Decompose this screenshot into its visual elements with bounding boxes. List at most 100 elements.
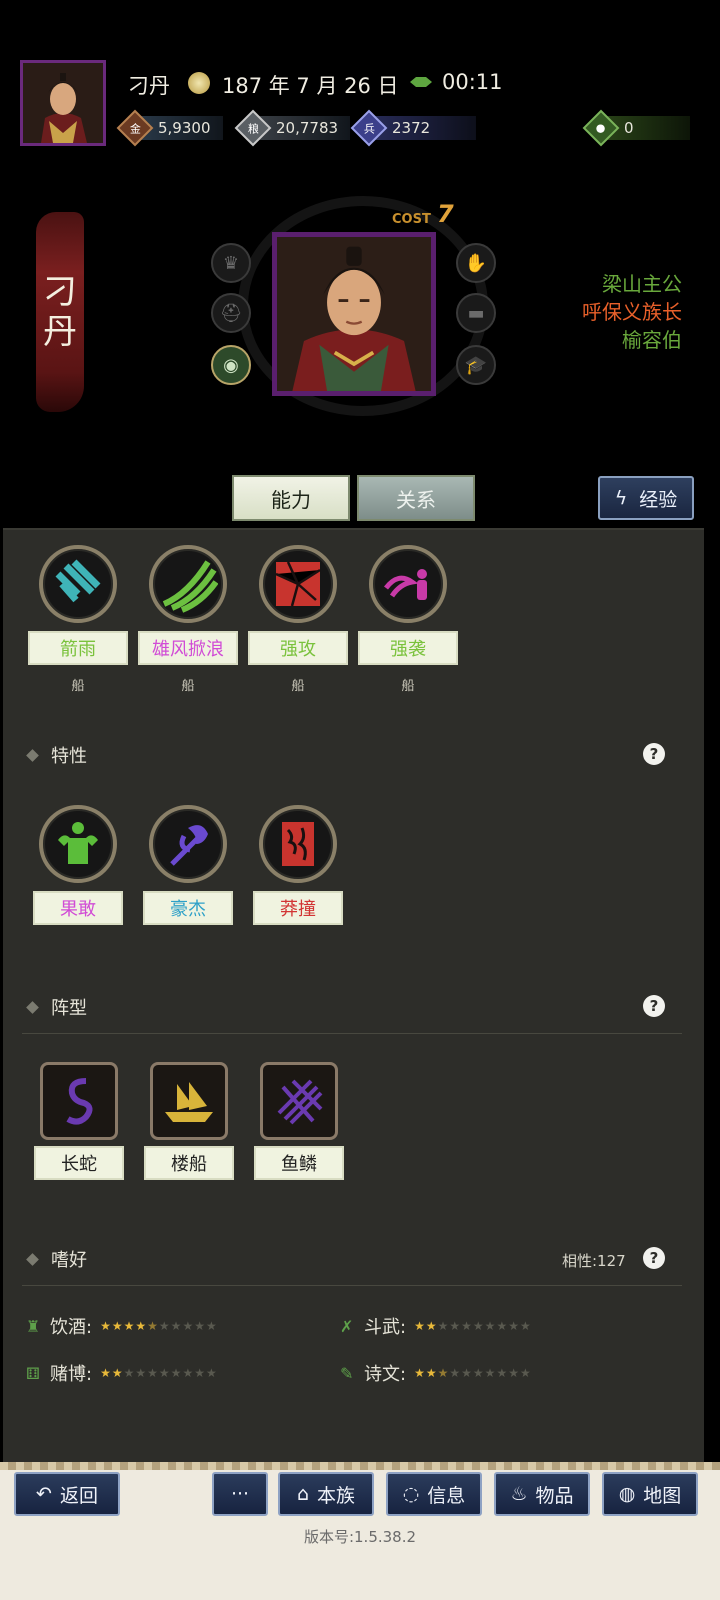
trait-name: 莽撞 xyxy=(253,891,343,925)
star-icon: ★ xyxy=(194,1319,205,1333)
tab-ability[interactable]: 能力 xyxy=(232,475,350,521)
star-icon: ★ xyxy=(449,1366,461,1380)
star-icon: ★ xyxy=(508,1366,519,1380)
helmet-icon[interactable]: ⛑ xyxy=(211,293,251,333)
fish-scale-icon[interactable] xyxy=(260,1062,338,1140)
section-divider xyxy=(22,1033,682,1034)
formations-header: 阵型 xyxy=(26,994,87,1020)
martial-icon: ✗ xyxy=(340,1316,354,1336)
hero-name-banner: 刁 丹 xyxy=(36,212,84,412)
skill-type: 船 xyxy=(401,679,415,694)
info-button[interactable]: ◌ 信息 xyxy=(386,1472,482,1516)
clan-icon: ⌂ xyxy=(296,1483,310,1505)
star-icon: ★ xyxy=(437,1319,449,1333)
clan-button[interactable]: ⌂ 本族 xyxy=(278,1472,374,1516)
trait-item[interactable]: 莽撞 xyxy=(248,805,348,925)
food-resource: ● 0 xyxy=(582,109,690,147)
hand-offer-icon[interactable]: ✋ xyxy=(456,243,496,283)
globe-icon: ◍ xyxy=(618,1483,636,1505)
traits-title: 特性 xyxy=(51,746,87,767)
game-time: 00:11 xyxy=(442,70,503,94)
star-icon: ★ xyxy=(205,1366,217,1380)
chat-bubble-icon: ◌ xyxy=(402,1483,420,1505)
hero-title: 呼保义族长 xyxy=(582,300,682,324)
lightning-icon: ϟ xyxy=(614,487,628,509)
back-label: 返回 xyxy=(59,1484,98,1507)
hobby-name: 斗武: xyxy=(364,1317,407,1338)
reckless-icon xyxy=(259,805,337,883)
hobby-name: 赌博: xyxy=(50,1364,93,1385)
star-rating: ★ ★ ★ ★ ★ ★ ★ ★ ★ ★ xyxy=(100,1366,217,1380)
hobby-row: ♜ 饮酒: ★ ★ ★ ★ ★ ★ ★ ★ ★ ★ xyxy=(26,1313,217,1339)
star-icon: ★ xyxy=(519,1366,531,1380)
arrow-rain-icon xyxy=(39,545,117,623)
hero-title: 榆容伯 xyxy=(622,328,682,352)
back-button[interactable]: ↶ 返回 xyxy=(14,1472,120,1516)
skill-item[interactable]: 雄风掀浪 船 xyxy=(138,545,238,694)
map-button[interactable]: ◍ 地图 xyxy=(602,1472,698,1516)
cost-label: COST xyxy=(392,212,431,227)
skill-name: 强袭 xyxy=(358,631,458,665)
traits-help-button[interactable]: ? xyxy=(643,743,665,765)
star-icon: ★ xyxy=(135,1366,147,1380)
experience-button[interactable]: ϟ 经验 xyxy=(598,476,694,520)
diamond-bullet-icon xyxy=(26,1000,39,1014)
hobby-row: ✎ 诗文: ★ ★ ★ ★ ★ ★ ★ ★ ★ ★ xyxy=(340,1360,531,1386)
star-icon: ★ xyxy=(147,1366,158,1380)
star-icon: ★ xyxy=(461,1319,472,1333)
star-icon: ★ xyxy=(449,1319,461,1333)
graduation-cap-icon[interactable]: 🎓 xyxy=(456,345,496,385)
assault-icon xyxy=(369,545,447,623)
star-icon: ★ xyxy=(100,1319,111,1333)
item-bag-icon: ♨ xyxy=(510,1483,528,1505)
star-icon: ★ xyxy=(496,1366,508,1380)
trait-item[interactable]: 果敢 xyxy=(28,805,128,925)
skill-item[interactable]: 箭雨 船 xyxy=(28,545,128,694)
cost-value: 7 xyxy=(437,200,454,228)
back-arrow-icon: ↶ xyxy=(36,1483,52,1505)
formations-help-button[interactable]: ? xyxy=(643,995,665,1017)
star-icon: ★ xyxy=(205,1319,217,1333)
clan-label: 本族 xyxy=(317,1484,356,1507)
star-icon: ★ xyxy=(135,1319,147,1333)
troop-type-icon[interactable]: ◉ xyxy=(211,345,251,385)
hobbies-help-button[interactable]: ? xyxy=(643,1247,665,1269)
hobby-row: ⚅ 赌博: ★ ★ ★ ★ ★ ★ ★ ★ ★ ★ xyxy=(26,1360,217,1386)
clock-icon xyxy=(410,77,432,87)
hobby-name: 饮酒: xyxy=(50,1317,93,1338)
character-name: 刁丹 xyxy=(128,74,170,98)
star-icon: ★ xyxy=(519,1319,531,1333)
star-icon: ★ xyxy=(472,1319,484,1333)
tab-relation[interactable]: 关系 xyxy=(357,475,475,521)
star-icon: ★ xyxy=(484,1319,496,1333)
more-button[interactable]: ··· xyxy=(212,1472,268,1516)
star-icon: ★ xyxy=(425,1319,437,1333)
decorative-strip xyxy=(0,1462,720,1470)
trait-item[interactable]: 豪杰 xyxy=(138,805,238,925)
items-button[interactable]: ♨ 物品 xyxy=(494,1472,590,1516)
hat-icon[interactable]: ▬ xyxy=(456,293,496,333)
formations-title: 阵型 xyxy=(51,998,87,1019)
hobby-name: 诗文: xyxy=(364,1364,407,1385)
star-icon: ★ xyxy=(461,1366,472,1380)
snake-icon[interactable] xyxy=(40,1062,118,1140)
star-icon: ★ xyxy=(437,1366,449,1380)
star-icon: ★ xyxy=(158,1366,170,1380)
hero-name-char-2: 丹 xyxy=(43,312,77,352)
player-avatar[interactable] xyxy=(20,60,106,146)
portrait-image xyxy=(23,63,103,143)
skill-item[interactable]: 强攻 船 xyxy=(248,545,348,694)
items-label: 物品 xyxy=(535,1484,574,1507)
star-icon: ★ xyxy=(194,1366,205,1380)
troops-resource: 兵 2372 xyxy=(350,109,476,147)
ship-icon[interactable] xyxy=(150,1062,228,1140)
section-divider xyxy=(22,1285,682,1286)
formation-name: 鱼鳞 xyxy=(254,1146,344,1180)
crown-icon[interactable]: ♛ xyxy=(211,243,251,283)
hobbies-header: 嗜好 xyxy=(26,1246,87,1272)
diamond-bullet-icon xyxy=(26,748,39,762)
game-date: 187 年 7 月 26 日 xyxy=(222,74,399,98)
hero-portrait[interactable] xyxy=(272,232,436,396)
skill-type: 船 xyxy=(71,679,85,694)
skill-item[interactable]: 强袭 船 xyxy=(358,545,458,694)
